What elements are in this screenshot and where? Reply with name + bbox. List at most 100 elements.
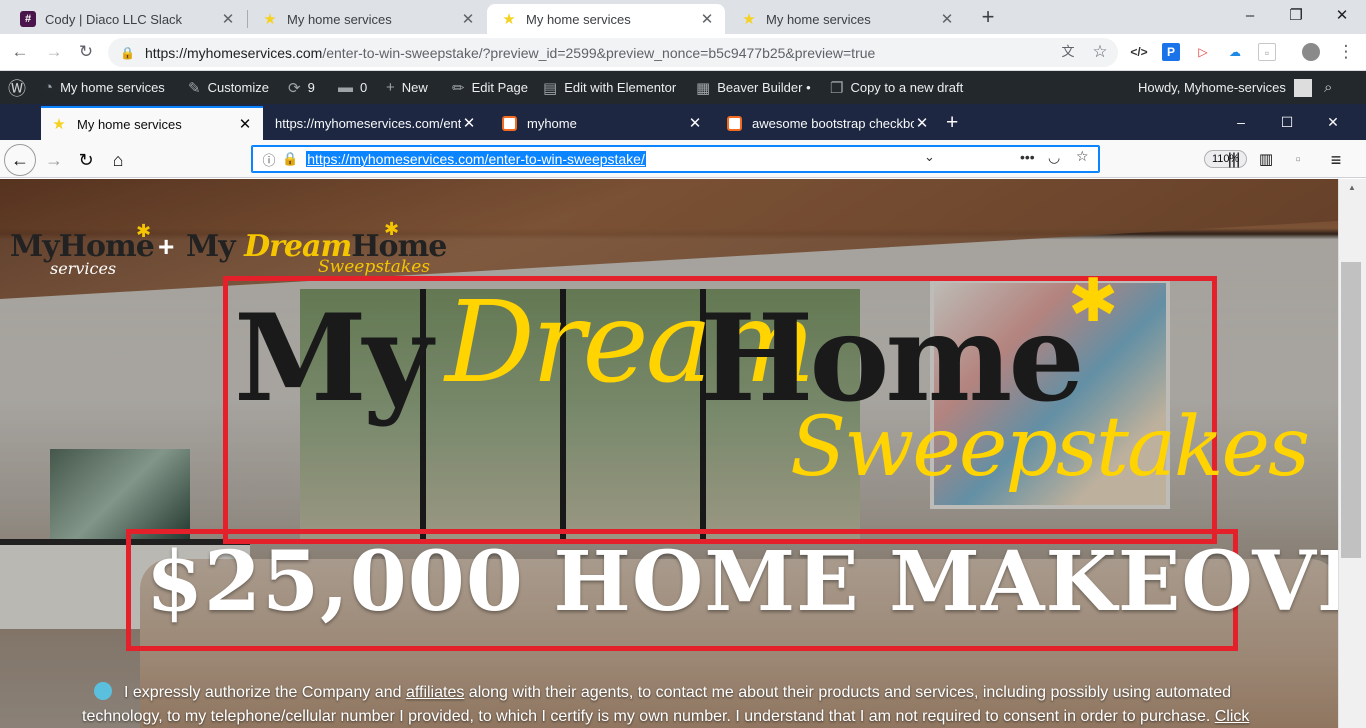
ff-url-text[interactable]: https://myhomeservices.com/enter-to-win-… <box>306 151 646 167</box>
wp-edit-page-label: Edit Page <box>471 80 528 95</box>
close-tab-icon[interactable]: ✕ <box>914 114 930 132</box>
logo-services: services <box>50 259 117 278</box>
wp-howdy[interactable]: Howdy, Myhome-services <box>1138 71 1312 104</box>
sweepstakes-hero: MyHome ✱ + My DreamHome ✱ services Sweep… <box>0 179 1338 728</box>
firefox-tab-strip: ★ My home services ✕ https://myhomeservi… <box>0 104 1366 140</box>
wp-edit-page[interactable]: ✏ Edit Page <box>452 71 528 104</box>
wordpress-logo-icon[interactable]: Ⓦ <box>8 71 33 104</box>
star-favicon-icon: ★ <box>52 116 66 133</box>
close-tab-icon[interactable]: ✕ <box>699 10 715 28</box>
scroll-up-icon[interactable]: ▲ <box>1345 183 1359 192</box>
affiliates-link[interactable]: affiliates <box>406 684 464 701</box>
wp-new[interactable]: + New <box>386 71 428 104</box>
close-tab-icon[interactable]: ✕ <box>939 10 955 28</box>
chrome-tab-home-services-1[interactable]: ★ My home services ✕ <box>248 4 486 34</box>
library-icon[interactable]: ||| <box>1220 146 1248 174</box>
p-extension-icon[interactable]: P <box>1162 43 1180 61</box>
chrome-tab-home-services-active[interactable]: ★ My home services ✕ <box>487 4 725 34</box>
info-icon[interactable]: ⓘ <box>258 150 280 169</box>
ff-close-button[interactable]: ✕ <box>1310 108 1356 136</box>
ff-tab-myhome[interactable]: myhome ✕ <box>491 106 713 140</box>
extension-box-icon[interactable]: ▫ <box>1284 146 1312 174</box>
ff-tab-label: awesome bootstrap checkbox c <box>752 115 914 131</box>
wp-copy-draft[interactable]: ❐ Copy to a new draft <box>830 71 963 104</box>
click-link[interactable]: Click <box>1215 708 1250 725</box>
wp-updates[interactable]: ⟳ 9 <box>288 71 315 104</box>
url-path: /enter-to-win-sweepstake/?preview_id=259… <box>322 44 876 61</box>
sidebar-icon[interactable]: ▥ <box>1252 146 1280 174</box>
copy-icon: ❐ <box>830 79 844 97</box>
ff-back-icon[interactable]: ← <box>4 144 36 176</box>
minimize-button[interactable]: – <box>1228 2 1272 30</box>
bookmark-star-icon[interactable]: ☆ <box>1088 40 1112 64</box>
chrome-tab-home-services-3[interactable]: ★ My home services ✕ <box>727 4 965 34</box>
wp-new-label: New <box>401 80 428 95</box>
lock-icon: 🔒 <box>120 45 135 60</box>
close-tab-icon[interactable]: ✕ <box>460 10 476 28</box>
arrow-extension-icon[interactable]: ▷ <box>1194 43 1212 61</box>
star-favicon-icon: ★ <box>742 11 756 28</box>
orange-favicon-icon <box>726 115 742 131</box>
close-tab-icon[interactable]: ✕ <box>220 10 236 28</box>
ff-new-tab-button[interactable]: + <box>946 111 958 135</box>
pencil-icon: ✏ <box>452 79 465 97</box>
ff-tab-enter-url[interactable]: https://myhomeservices.com/ente ✕ <box>265 106 487 140</box>
translate-icon[interactable]: 文 <box>1056 40 1080 64</box>
new-tab-button[interactable]: + <box>976 6 1000 30</box>
wp-search-icon[interactable]: ⌕ <box>1324 71 1339 104</box>
wp-edit-elementor[interactable]: ▤ Edit with Elementor <box>543 71 676 104</box>
ff-tab-home-services[interactable]: ★ My home services ✕ <box>41 106 263 140</box>
forward-arrow-icon[interactable]: → <box>42 40 66 64</box>
address-bar[interactable]: 🔒 https://myhomeservices.com/enter-to-wi… <box>108 38 1118 67</box>
chrome-tab-slack[interactable]: # Cody | Diaco LLC Slack ✕ <box>6 4 246 34</box>
ff-home-icon[interactable]: ⌂ <box>104 146 132 174</box>
wp-admin-bar: Ⓦ ◔ My home services ✎ Customize ⟳ 9 ▬ 0 + Ne… <box>0 71 1366 104</box>
reload-icon[interactable]: ↻ <box>74 40 98 64</box>
ff-url-bar[interactable]: ⓘ 🔒 https://myhomeservices.com/enter-to-… <box>251 145 1248 173</box>
close-tab-icon[interactable]: ✕ <box>461 114 477 132</box>
updates-icon: ⟳ <box>288 79 301 97</box>
wp-comments[interactable]: ▬ 0 <box>338 71 367 104</box>
lock-icon: 🔒 <box>282 151 299 166</box>
chevron-down-icon[interactable]: ⌄ <box>924 149 935 165</box>
hamburger-menu-icon[interactable]: ≡ <box>1322 146 1350 174</box>
chrome-tab-label: My home services <box>287 11 392 27</box>
logo-sweepstakes: Sweepstakes <box>318 257 430 277</box>
ff-minimize-button[interactable]: – <box>1218 108 1264 136</box>
headline-sweepstakes: Sweepstakes <box>790 400 1310 495</box>
cloud-extension-icon[interactable]: ☁ <box>1226 43 1244 61</box>
ff-tab-label: myhome <box>527 115 577 131</box>
chrome-menu-icon[interactable]: ⋮ <box>1334 40 1358 64</box>
bookmark-star-icon[interactable]: ☆ <box>1076 148 1089 165</box>
plus-icon: + <box>386 79 395 96</box>
brush-icon: ✎ <box>188 79 201 97</box>
scrollbar-thumb[interactable] <box>1341 262 1361 558</box>
ff-reload-icon[interactable]: ↻ <box>72 146 100 174</box>
box-extension-icon[interactable]: ▫ <box>1258 43 1276 61</box>
wp-customize[interactable]: ✎ Customize <box>188 71 269 104</box>
restore-button[interactable]: ❐ <box>1274 2 1318 30</box>
consent-radio[interactable] <box>94 682 112 700</box>
page-actions-icon[interactable]: ••• <box>1020 149 1035 165</box>
profile-avatar[interactable] <box>1302 43 1320 61</box>
close-tab-icon[interactable]: ✕ <box>237 115 253 133</box>
wp-copy-draft-label: Copy to a new draft <box>850 80 964 95</box>
prize-headline: $25,000 HOME MAKEOVER <box>146 534 1338 630</box>
close-window-button[interactable]: ✕ <box>1320 2 1364 30</box>
url-host: https://myhomeservices.com <box>144 44 323 61</box>
logo-star-icon: ✱ <box>136 221 152 241</box>
chrome-tab-label: Cody | Diaco LLC Slack <box>45 11 183 27</box>
wp-site-name[interactable]: ◔ My home services <box>44 71 165 104</box>
code-extension-icon[interactable]: </> <box>1130 43 1148 61</box>
ff-maximize-button[interactable]: ☐ <box>1264 108 1310 136</box>
chrome-tab-label: My home services <box>766 11 871 27</box>
logo-star-icon: ✱ <box>384 219 400 239</box>
ff-tab-bootstrap-checkbox[interactable]: awesome bootstrap checkbox c ✕ <box>716 106 940 140</box>
close-tab-icon[interactable]: ✕ <box>687 114 703 132</box>
ff-tab-label: https://myhomeservices.com/ente <box>275 115 461 131</box>
orange-favicon-icon <box>501 115 517 131</box>
wp-beaver-builder[interactable]: ▦ Beaver Builder • <box>696 71 811 104</box>
back-arrow-icon[interactable]: ← <box>8 40 32 64</box>
ff-forward-icon[interactable]: → <box>40 146 68 174</box>
pocket-icon[interactable]: ◡ <box>1048 149 1060 166</box>
